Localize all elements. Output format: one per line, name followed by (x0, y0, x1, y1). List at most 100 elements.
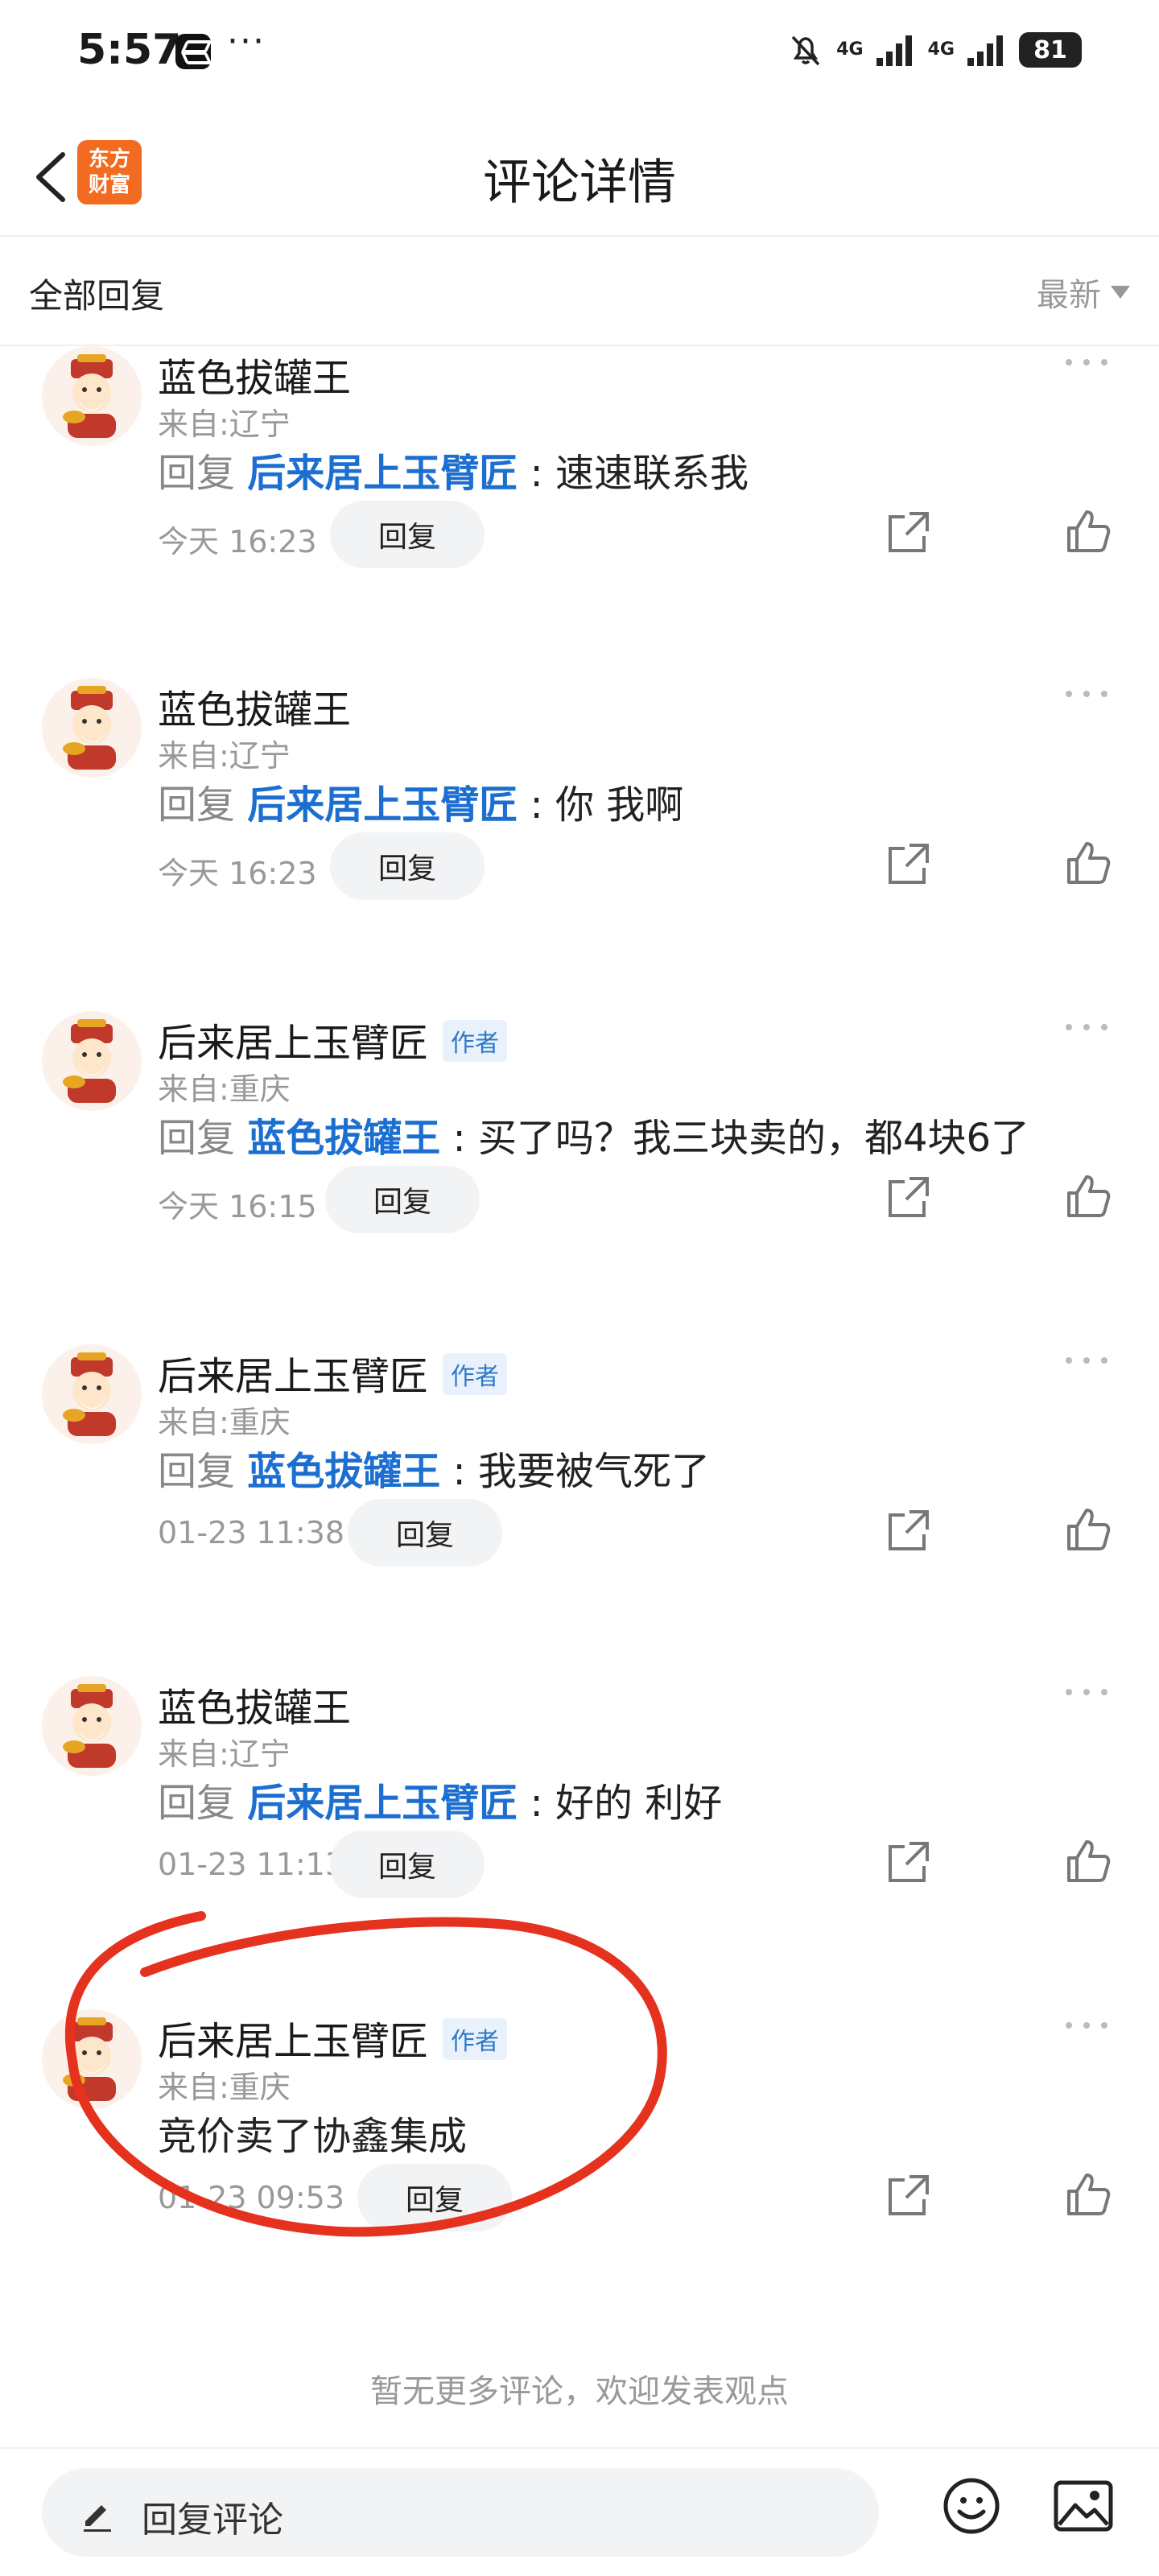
comment-author[interactable]: 后来居上玉臂匠 作者 (158, 1011, 508, 1067)
comment-location: 来自:辽宁 (158, 738, 291, 774)
more-options-icon[interactable] (1062, 1019, 1111, 1035)
author-name: 蓝色拔罐王 (158, 687, 352, 733)
comment-timestamp: 01-23 11:13 (158, 1847, 345, 1882)
comment-item: 后来居上玉臂匠 作者 来自:重庆 回复 蓝色拔罐王 : 买了吗？我三块卖的，都4块6了… (0, 995, 1159, 1333)
comment-text: : 我要被气死了 (440, 1449, 710, 1494)
share-icon[interactable] (885, 1174, 932, 1220)
author-name: 蓝色拔罐王 (158, 1686, 352, 1731)
comment-author[interactable]: 蓝色拔罐王 (158, 678, 351, 734)
comment-content: 回复 后来居上玉臂匠 : 好的 利好 (158, 1771, 722, 1827)
reply-target-user[interactable]: 蓝色拔罐王 (247, 1116, 440, 1161)
share-icon[interactable] (885, 1839, 932, 1885)
reply-input[interactable]: 回复评论 (42, 2468, 879, 2557)
comment-timestamp: 01-23 11:38 (158, 1515, 345, 1550)
sort-dropdown[interactable]: 最新 (1037, 269, 1130, 316)
sort-label: 最新 (1037, 277, 1101, 314)
caret-down-icon (1111, 286, 1130, 299)
reply-button[interactable]: 回复 (325, 1166, 480, 1233)
share-icon[interactable] (885, 509, 932, 555)
comment-content: 回复 后来居上玉臂匠 : 速速联系我 (158, 441, 749, 497)
reply-prefix: 回复 (158, 1116, 248, 1161)
reply-target-user[interactable]: 蓝色拔罐王 (247, 1449, 440, 1494)
emoji-icon[interactable] (942, 2476, 1001, 2536)
comment-content: 竞价卖了协鑫集成 (158, 2104, 467, 2161)
avatar[interactable] (42, 346, 142, 446)
reply-button[interactable]: 回复 (330, 832, 485, 900)
comment-text: : 速速联系我 (518, 451, 749, 496)
comment-content: 回复 蓝色拔罐王 : 我要被气死了 (158, 1439, 710, 1496)
comment-author[interactable]: 后来居上玉臂匠 作者 (158, 1344, 508, 1401)
thumbs-up-icon[interactable] (1064, 2170, 1112, 2219)
author-badge: 作者 (443, 2018, 508, 2060)
avatar[interactable] (42, 2009, 142, 2109)
author-name: 蓝色拔罐王 (158, 356, 352, 401)
more-options-icon[interactable] (1062, 1352, 1111, 1368)
comment-location: 来自:辽宁 (158, 1736, 291, 1772)
more-options-icon[interactable] (1062, 1684, 1111, 1700)
status-time: 5:57 (77, 26, 182, 74)
more-options-icon[interactable] (1062, 686, 1111, 702)
comment-text: : 好的 利好 (518, 1781, 723, 1826)
comment-item: 后来居上玉臂匠 作者 来自:重庆 回复 蓝色拔罐王 : 我要被气死了 01-23 11:… (0, 1328, 1159, 1666)
avatar[interactable] (42, 678, 142, 778)
signal-bars-icon (876, 35, 912, 66)
reply-button[interactable]: 回复 (330, 1831, 485, 1898)
comment-location: 来自:重庆 (158, 1405, 291, 1440)
author-badge: 作者 (443, 1020, 508, 1062)
comment-item: 蓝色拔罐王 来自:辽宁 回复 后来居上玉臂匠 : 速速联系我 今天 16:23 回复 (0, 330, 1159, 668)
mute-bell-icon (791, 35, 820, 66)
avatar[interactable] (42, 1011, 142, 1111)
pencil-icon (84, 2505, 111, 2532)
comment-location: 来自:重庆 (158, 2070, 291, 2105)
all-replies-label: 全部回复 (29, 276, 165, 316)
author-badge: 作者 (443, 1353, 508, 1395)
comment-text: : 买了吗？我三块卖的，都4块6了 (440, 1116, 1030, 1161)
share-icon[interactable] (885, 2172, 932, 2219)
signal-label-1: 4G (836, 39, 864, 60)
reply-target-user[interactable]: 后来居上玉臂匠 (247, 1781, 518, 1826)
comment-timestamp: 今天 16:23 (158, 856, 317, 891)
more-options-icon[interactable] (1062, 2017, 1111, 2033)
reply-prefix: 回复 (158, 782, 248, 828)
capcut-app-icon (175, 34, 211, 69)
page-title: 评论详情 (483, 155, 676, 211)
comment-timestamp: 01-23 09:53 (158, 2180, 345, 2215)
status-more-dots: ··· (227, 21, 266, 62)
share-icon[interactable] (885, 840, 932, 887)
reply-prefix: 回复 (158, 1781, 248, 1826)
comment-author[interactable]: 后来居上玉臂匠 作者 (158, 2009, 508, 2066)
status-bar: 5:57 ··· 4G 4G 81 (0, 0, 1159, 105)
reply-input-placeholder: 回复评论 (142, 2500, 283, 2541)
signal-bars-icon (967, 35, 1003, 66)
comment-item: 后来居上玉臂匠 作者来自:重庆 竞价卖了协鑫集成 01-23 09:53 回复 (0, 1993, 1159, 2331)
image-icon[interactable] (1053, 2479, 1114, 2533)
share-icon[interactable] (885, 1507, 932, 1554)
signal-label-2: 4G (927, 39, 955, 60)
comment-content: 回复 蓝色拔罐王 : 买了吗？我三块卖的，都4块6了 (158, 1106, 1029, 1162)
thumbs-up-icon[interactable] (1064, 1505, 1112, 1554)
reply-button[interactable]: 回复 (330, 501, 485, 568)
thumbs-up-icon[interactable] (1064, 839, 1112, 887)
no-more-comments: 暂无更多评论，欢迎发表观点 (370, 2373, 789, 2410)
comment-location: 来自:重庆 (158, 1071, 291, 1107)
comment-timestamp: 今天 16:15 (158, 1189, 317, 1224)
avatar[interactable] (42, 1676, 142, 1776)
reply-target-user[interactable]: 后来居上玉臂匠 (247, 782, 518, 828)
thumbs-up-icon[interactable] (1064, 1172, 1112, 1220)
comment-item: 蓝色拔罐王来自:辽宁回复 后来居上玉臂匠 : 你 我啊今天 16:23 回复 (0, 662, 1159, 1000)
comment-author[interactable]: 蓝色拔罐王 (158, 346, 351, 402)
more-options-icon[interactable] (1062, 354, 1111, 370)
author-name: 后来居上玉臂匠 (158, 2019, 429, 2064)
reply-button[interactable]: 回复 (348, 1499, 502, 1567)
reply-button[interactable]: 回复 (357, 2164, 512, 2231)
thumbs-up-icon[interactable] (1064, 1837, 1112, 1885)
comment-text: : 你 我啊 (518, 782, 684, 828)
avatar[interactable] (42, 1344, 142, 1444)
page-header: 东方 财富 评论详情 (0, 121, 1159, 233)
replies-sub-header: 全部回复 最新 (0, 235, 1159, 346)
thumbs-up-icon[interactable] (1064, 507, 1112, 555)
comment-author[interactable]: 蓝色拔罐王 (158, 1676, 351, 1732)
reply-target-user[interactable]: 后来居上玉臂匠 (247, 451, 518, 496)
battery-indicator: 81 (1019, 32, 1082, 68)
author-name: 后来居上玉臂匠 (158, 1021, 429, 1066)
